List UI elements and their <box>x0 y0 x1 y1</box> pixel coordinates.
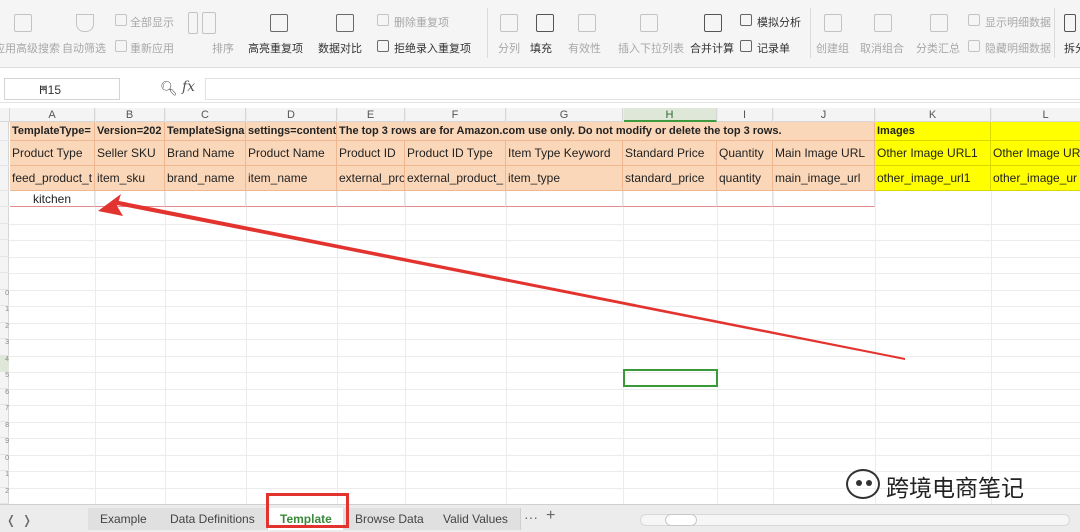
name-box[interactable]: H15 ▼ <box>4 78 120 100</box>
ungroup-icon <box>874 14 892 32</box>
record-form-button[interactable]: 记录单 <box>740 0 810 68</box>
sheet-tabs-bar: ❬ ❭ Example Data Definitions Template Br… <box>0 504 1080 532</box>
split-columns-button[interactable]: 分列 <box>494 0 528 68</box>
consolidate-icon <box>704 14 722 32</box>
sort-za-icon <box>202 12 216 34</box>
formula-input[interactable] <box>205 78 1080 100</box>
zoom-search-icon[interactable]: 🔍︎ <box>160 80 178 97</box>
spreadsheet-grid[interactable]: A B C D E F G H I J K L 0123456789012 Te… <box>0 108 1080 504</box>
hide-detail-icon <box>968 40 980 52</box>
arrow-shaft <box>112 200 905 360</box>
insert-function-icon[interactable]: fx <box>182 79 195 95</box>
wechat-icon <box>846 469 880 499</box>
dropdown-list-icon <box>640 14 658 32</box>
record-form-icon <box>740 40 752 52</box>
auto-filter-button[interactable]: 自动筛选 <box>62 0 108 68</box>
consolidate-button[interactable]: 合并计算 <box>688 0 738 68</box>
advanced-search-button[interactable]: 应用高级搜索 <box>0 0 60 68</box>
ribbon-toolbar: 应用高级搜索 自动筛选 全部显示 重新应用 排序 高亮重复项 数据对比 删除重复… <box>0 0 1080 68</box>
highlight-duplicates-icon <box>270 14 288 32</box>
ribbon-separator <box>1054 8 1055 58</box>
add-sheet-button[interactable]: + <box>546 507 555 525</box>
sort-az-icon <box>188 12 198 34</box>
ribbon-separator <box>487 8 488 58</box>
validity-button[interactable]: 有效性 <box>566 0 612 68</box>
insert-dropdown-button[interactable]: 插入下拉列表 <box>616 0 684 68</box>
sheet-tab-example[interactable]: Example <box>88 508 160 530</box>
reapply-icon <box>115 40 127 52</box>
ungroup-button[interactable]: 取消组合 <box>858 0 910 68</box>
hide-detail-button[interactable]: 隐藏明细数据 <box>968 0 1051 68</box>
formula-bar: H15 ▼ 🔍︎ fx <box>0 75 1080 103</box>
data-compare-icon <box>336 14 354 32</box>
more-tabs-icon[interactable]: ··· <box>524 509 538 525</box>
split-columns-icon <box>500 14 518 32</box>
sort-button[interactable]: 排序 <box>186 0 236 68</box>
template-tab-highlight <box>266 493 349 528</box>
reject-duplicates-icon <box>377 40 389 52</box>
sheet-tab-valid-values[interactable]: Valid Values <box>431 508 521 530</box>
reapply-button[interactable]: 重新应用 <box>113 0 179 68</box>
group-icon <box>824 14 842 32</box>
fill-button[interactable]: 填充 <box>528 0 562 68</box>
data-compare-button[interactable]: 数据对比 <box>318 0 372 68</box>
chevron-down-icon[interactable]: ▼ <box>39 83 115 93</box>
sheet-tab-browse-data[interactable]: Browse Data <box>343 508 437 530</box>
split-window-button[interactable]: 拆分 <box>1058 0 1080 68</box>
horizontal-scrollbar[interactable] <box>640 514 1070 526</box>
reject-duplicates-button[interactable]: 拒绝录入重复项 <box>377 0 487 68</box>
scrollbar-thumb[interactable] <box>665 514 697 526</box>
split-window-icon <box>1064 14 1076 32</box>
filter-advanced-icon <box>14 14 32 32</box>
fill-down-icon <box>536 14 554 32</box>
chevron-left-icon[interactable]: ❬ <box>6 513 16 527</box>
validity-icon <box>578 14 596 32</box>
ribbon-separator <box>810 8 811 58</box>
subtotal-button[interactable]: 分类汇总 <box>914 0 964 68</box>
create-group-button[interactable]: 创建组 <box>814 0 854 68</box>
highlight-duplicates-button[interactable]: 高亮重复项 <box>248 0 310 68</box>
chevron-right-icon[interactable]: ❭ <box>22 513 32 527</box>
sheet-tab-data-definitions[interactable]: Data Definitions <box>158 508 268 530</box>
funnel-icon <box>76 14 94 32</box>
subtotal-icon <box>930 14 948 32</box>
annotation-arrow <box>98 194 905 360</box>
